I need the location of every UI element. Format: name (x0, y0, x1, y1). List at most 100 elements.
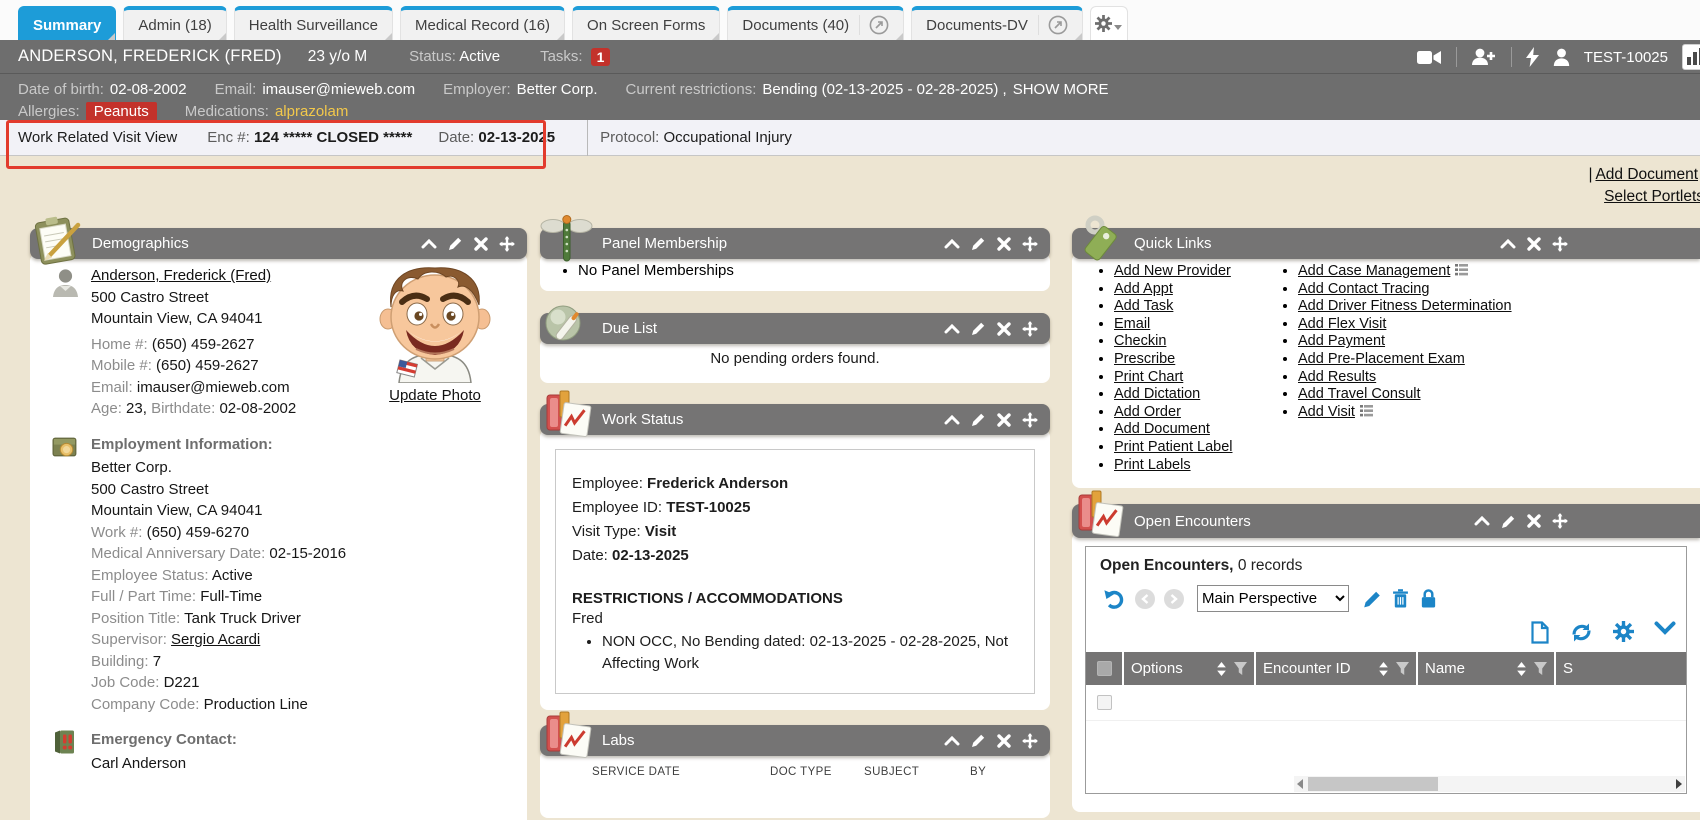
lock-icon[interactable] (1419, 588, 1438, 609)
sort-icon[interactable] (1517, 662, 1526, 676)
edit-icon[interactable] (971, 321, 986, 336)
row-checkbox[interactable] (1097, 695, 1112, 710)
show-more-link[interactable]: SHOW MORE (1013, 81, 1109, 98)
quick-link-item[interactable]: Prescribe (1114, 351, 1282, 369)
quick-link-item[interactable]: Print Patient Label (1114, 439, 1282, 457)
collapse-icon[interactable] (1500, 238, 1516, 250)
tasks-count-badge[interactable]: 1 (591, 48, 611, 66)
move-icon[interactable] (1022, 733, 1038, 749)
collapse-icon[interactable] (944, 323, 960, 335)
quick-link-item[interactable]: Add Order (1114, 404, 1282, 422)
horizontal-scrollbar[interactable] (1294, 776, 1685, 792)
scrollbar-thumb[interactable] (1308, 777, 1438, 791)
close-icon[interactable] (997, 322, 1011, 336)
person-icon[interactable] (1553, 48, 1570, 66)
close-icon[interactable] (1527, 514, 1541, 528)
close-icon[interactable] (474, 237, 488, 251)
add-person-icon[interactable] (1471, 48, 1497, 66)
quick-link-item[interactable]: Add New Provider (1114, 263, 1282, 281)
prev-perspective-icon[interactable] (1135, 589, 1155, 609)
filter-icon[interactable] (1396, 662, 1409, 675)
reset-icon[interactable] (1102, 587, 1126, 611)
quick-link-item[interactable]: Add Dictation (1114, 386, 1282, 404)
column-header-encounter-id[interactable]: Encounter ID (1256, 652, 1416, 685)
labs-col-doc-type[interactable]: DOC TYPE (770, 766, 864, 778)
portlet-header[interactable]: Demographics (30, 228, 527, 259)
portlet-header[interactable]: Work Status (540, 404, 1050, 435)
filter-icon[interactable] (1534, 662, 1547, 675)
popout-icon[interactable] (1038, 15, 1068, 35)
edit-icon[interactable] (448, 236, 463, 251)
tab-on-screen-forms[interactable]: On Screen Forms (572, 6, 720, 40)
collapse-icon[interactable] (944, 238, 960, 250)
quick-link-item[interactable]: Add Flex Visit (1298, 316, 1512, 334)
quick-link-item[interactable]: Add Case Management (1298, 263, 1512, 281)
edit-perspective-icon[interactable] (1362, 589, 1382, 609)
quick-link-item[interactable]: Add Appt (1114, 281, 1282, 299)
move-icon[interactable] (1552, 236, 1568, 252)
lightning-icon[interactable] (1526, 47, 1539, 67)
sort-icon[interactable] (1379, 662, 1388, 676)
select-portlets-link[interactable]: Select Portlets (1604, 188, 1700, 205)
filter-icon[interactable] (1234, 662, 1247, 675)
scroll-left-icon[interactable] (1297, 779, 1303, 789)
portlet-header[interactable]: Labs (540, 725, 1050, 756)
collapse-grid-icon[interactable] (1654, 621, 1676, 636)
menu-grid-icon[interactable] (1455, 264, 1468, 276)
edit-icon[interactable] (971, 236, 986, 251)
tab-summary[interactable]: Summary (18, 6, 116, 40)
next-perspective-icon[interactable] (1164, 589, 1184, 609)
flowsheet-chart-icon[interactable] (1682, 44, 1700, 70)
portlet-header[interactable]: Due List (540, 313, 1050, 344)
perspective-select[interactable]: Main Perspective (1197, 585, 1349, 612)
collapse-icon[interactable] (421, 238, 437, 250)
new-document-icon[interactable] (1530, 621, 1550, 644)
add-document-link[interactable]: Add Document (1595, 166, 1698, 183)
grid-settings-gear-icon[interactable] (1613, 621, 1634, 642)
update-photo-link[interactable]: Update Photo (389, 387, 481, 404)
edit-icon[interactable] (971, 412, 986, 427)
collapse-icon[interactable] (944, 735, 960, 747)
close-icon[interactable] (997, 237, 1011, 251)
move-icon[interactable] (1022, 412, 1038, 428)
portlet-header[interactable]: Open Encounters (1072, 504, 1700, 538)
tab-health-surveillance[interactable]: Health Surveillance (234, 6, 393, 40)
select-all-checkbox[interactable] (1086, 652, 1122, 685)
quick-link-item[interactable]: Add Pre-Placement Exam (1298, 351, 1512, 369)
supervisor-link[interactable]: Sergio Acardi (171, 631, 260, 648)
quick-link-item[interactable]: Checkin (1114, 333, 1282, 351)
quick-link-item[interactable]: Add Results (1298, 369, 1512, 387)
column-header-options[interactable]: Options (1124, 652, 1254, 685)
move-icon[interactable] (1022, 321, 1038, 337)
quick-link-item[interactable]: Email (1114, 316, 1282, 334)
edit-icon[interactable] (971, 733, 986, 748)
quick-link-item[interactable]: Add Payment (1298, 333, 1512, 351)
tab-documents[interactable]: Documents (40) (727, 6, 904, 40)
column-header-name[interactable]: Name (1418, 652, 1554, 685)
collapse-icon[interactable] (1474, 515, 1490, 527)
column-header-status-partial[interactable]: S (1556, 652, 1686, 685)
tab-admin[interactable]: Admin (18) (123, 6, 226, 40)
close-icon[interactable] (997, 734, 1011, 748)
quick-link-item[interactable]: Print Labels (1114, 457, 1282, 475)
scroll-right-icon[interactable] (1676, 779, 1682, 789)
labs-col-service-date[interactable]: SERVICE DATE (592, 766, 770, 778)
quick-link-item[interactable]: Print Chart (1114, 369, 1282, 387)
close-icon[interactable] (997, 413, 1011, 427)
quick-link-item[interactable]: Add Driver Fitness Determination (1298, 298, 1512, 316)
tab-documents-dv[interactable]: Documents-DV (911, 6, 1083, 40)
quick-link-item[interactable]: Add Contact Tracing (1298, 281, 1512, 299)
medication-value[interactable]: alprazolam (275, 103, 348, 120)
sort-icon[interactable] (1217, 662, 1226, 676)
labs-col-by[interactable]: BY (970, 766, 986, 778)
patient-name-link[interactable]: Anderson, Frederick (Fred) (91, 267, 271, 284)
portlet-header[interactable]: Quick Links (1072, 228, 1700, 259)
collapse-icon[interactable] (944, 414, 960, 426)
quick-link-item[interactable]: Add Task (1114, 298, 1282, 316)
refresh-icon[interactable] (1570, 621, 1593, 644)
quick-link-item[interactable]: Add Travel Consult (1298, 386, 1512, 404)
move-icon[interactable] (1022, 236, 1038, 252)
tab-settings-gear[interactable] (1090, 6, 1128, 40)
labs-col-subject[interactable]: SUBJECT (864, 766, 970, 778)
video-camera-icon[interactable] (1417, 49, 1442, 66)
